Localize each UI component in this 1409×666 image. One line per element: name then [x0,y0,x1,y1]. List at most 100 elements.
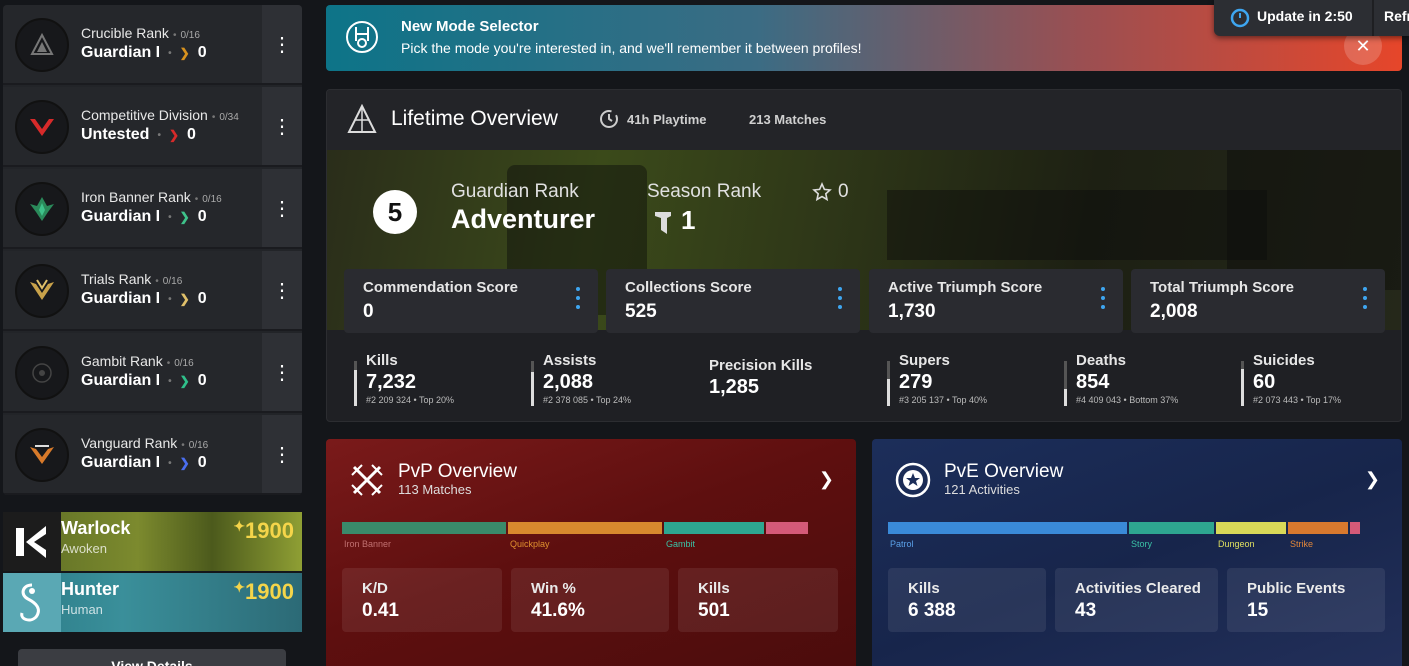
kebab-menu-icon[interactable] [1101,287,1105,313]
light-icon: ✦ [233,518,246,534]
iron-banner-emblem-icon [15,182,69,236]
card-value: 43 [1075,600,1097,621]
chevron-rank-icon: ❯ [179,210,190,224]
kebab-menu-icon[interactable]: ⋮ [262,333,302,411]
stat-rank: #2 209 324 • Top 20% [366,395,455,405]
character-race: Human [61,602,103,617]
banner-title: New Mode Selector [401,18,539,35]
pve-segment-label: Story [1131,539,1153,549]
stat-bar [1241,361,1244,406]
chevron-right-icon[interactable]: ❯ [819,469,834,490]
chevron-rank-icon: ❯ [179,292,190,306]
rank-row-vanguard[interactable]: Vanguard Rank0/16 Guardian I•❯0 ⋮ [3,415,302,495]
rank-name: Trials Rank0/16 [81,271,182,287]
score-value: 1,730 [888,301,936,322]
pvp-card-kd: K/D 0.41 [342,568,502,632]
stat-label: Kills [366,352,398,369]
rank-name: Gambit Rank0/16 [81,353,194,369]
score-value: 0 [363,301,374,322]
banner-text: Pick the mode you're interested in, and … [401,40,862,56]
stat-label: Deaths [1076,352,1127,369]
timer-icon [1230,8,1250,28]
vanguard-emblem-icon [15,428,69,482]
kebab-menu-icon[interactable] [1363,287,1367,313]
star-value: 0 [838,181,849,202]
stat-value: 854 [1076,371,1110,393]
pve-card-public-events: Public Events 15 [1227,568,1385,632]
kebab-menu-icon[interactable]: ⋮ [262,169,302,247]
pve-segment [1129,522,1214,534]
view-details-button[interactable]: View Details [18,649,286,666]
matches-count: 213 Matches [749,112,827,127]
pve-segment [1216,522,1286,534]
stat-value: 2,088 [543,371,594,393]
stat-rank: #4 409 043 • Bottom 37% [1076,395,1179,405]
rank-row-crucible[interactable]: Crucible Rank0/16 Guardian I•❯0 ⋮ [3,5,302,85]
pvp-card-win: Win % 41.6% [511,568,669,632]
update-countdown: Update in 2:50 [1257,8,1353,24]
kebab-menu-icon[interactable] [576,287,580,313]
rank-name: Iron Banner Rank0/16 [81,189,222,205]
rank-name: Competitive Division0/34 [81,107,239,123]
kebab-menu-icon[interactable]: ⋮ [262,5,302,83]
pve-overview[interactable]: PvE Overview 121 Activities ❯ Patrol Stor… [872,439,1402,666]
stat-bar [887,361,890,406]
season-rank-icon [655,212,671,234]
stat-value: 60 [1253,371,1276,393]
stat-label: Supers [899,352,950,369]
pvp-segment [342,522,506,534]
card-label: Activities Cleared [1075,580,1201,597]
kebab-menu-icon[interactable]: ⋮ [262,251,302,329]
stat-value: 1,285 [709,376,760,398]
lifetime-title: Lifetime Overview [391,107,558,130]
guardian-rank-label: Guardian Rank [451,181,579,202]
score-label: Active Triumph Score [888,279,1043,296]
stat-value: 279 [899,371,933,393]
score-value: 2,008 [1150,301,1198,322]
warlock-emblem-icon [3,512,61,571]
stat-label: Precision Kills [709,357,813,374]
stat-rank: #2 073 443 • Top 17% [1253,395,1342,405]
chevron-right-icon[interactable]: ❯ [1365,469,1380,490]
season-rank-label: Season Rank [647,181,762,202]
card-label: Kills [908,580,940,597]
kebab-menu-icon[interactable] [838,287,842,313]
score-card-active-triumph: Active Triumph Score 1,730 [869,269,1123,333]
season-rank-value: 1 [681,205,696,235]
pvp-card-kills: Kills 501 [678,568,838,632]
card-value: 6 388 [908,600,956,621]
kebab-menu-icon[interactable]: ⋮ [262,87,302,165]
score-card-total-triumph: Total Triumph Score 2,008 [1131,269,1385,333]
chevron-rank-icon: ❯ [179,46,190,60]
stat-label: Assists [543,352,597,369]
score-card-commendation: Commendation Score 0 [344,269,598,333]
guardian-rank-number: 5 [373,190,417,234]
rank-count: 0/16 [181,440,208,451]
rank-count: 0/16 [167,358,194,369]
refresh-button[interactable]: Refresh [1384,8,1409,24]
stat-bar [1064,361,1067,406]
rank-tier: Guardian I • ❯ 0 [81,44,207,61]
pvp-overview[interactable]: PvP Overview 113 Matches ❯ Iron Banner Qu… [326,439,856,666]
pvp-mode-bar [342,522,810,534]
rank-row-gambit[interactable]: Gambit Rank0/16 Guardian I•❯0 ⋮ [3,333,302,413]
card-label: Kills [698,580,730,597]
score-label: Total Triumph Score [1150,279,1294,296]
rank-count: 0/16 [195,194,222,205]
stat-value: 7,232 [366,371,417,393]
playtime: 41h Playtime [627,112,707,127]
character-hunter[interactable]: Hunter Human ✦1900 [3,573,302,632]
kebab-menu-icon[interactable]: ⋮ [262,415,302,493]
character-class: Hunter [61,579,119,599]
pve-subtitle: 121 Activities [944,482,1020,497]
rank-row-trials[interactable]: Trials Rank0/16 Guardian I•❯0 ⋮ [3,251,302,331]
update-timer: Update in 2:50 Refresh [1214,0,1409,36]
ranks-panel: Crucible Rank0/16 Guardian I•❯0 ⋮ Compet… [3,5,302,495]
rank-count: 0/16 [173,30,200,41]
chevron-rank-icon: ❯ [179,374,190,388]
character-warlock[interactable]: Warlock Awoken ✦1900 [3,512,302,571]
chevron-rank-icon: ❯ [179,456,190,470]
rank-row-competitive[interactable]: Competitive Division0/34 Untested•❯0 ⋮ [3,87,302,167]
chevron-rank-icon: ❯ [168,128,180,142]
rank-row-iron-banner[interactable]: Iron Banner Rank0/16 Guardian I•❯0 ⋮ [3,169,302,249]
